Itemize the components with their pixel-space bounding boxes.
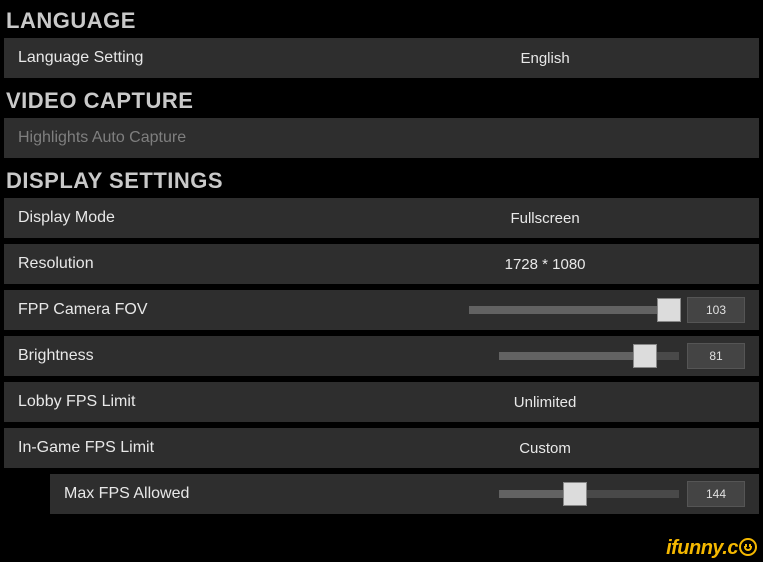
- language-setting-label: Language Setting: [18, 49, 345, 67]
- video-capture-header: VIDEO CAPTURE: [4, 84, 759, 118]
- language-setting-value: English: [345, 50, 745, 67]
- resolution-row[interactable]: Resolution 1728 * 1080: [4, 244, 759, 284]
- ingame-fps-value: Custom: [345, 440, 745, 457]
- brightness-slider-thumb[interactable]: [633, 344, 657, 368]
- fov-row: FPP Camera FOV 103: [4, 290, 759, 330]
- display-mode-row[interactable]: Display Mode Fullscreen: [4, 198, 759, 238]
- brightness-value-box[interactable]: 81: [687, 343, 745, 369]
- lobby-fps-row[interactable]: Lobby FPS Limit Unlimited: [4, 382, 759, 422]
- fov-value-box[interactable]: 103: [687, 297, 745, 323]
- brightness-row: Brightness 81: [4, 336, 759, 376]
- max-fps-row: Max FPS Allowed 144: [50, 474, 759, 514]
- brightness-slider-fill: [499, 352, 645, 360]
- language-header: LANGUAGE: [4, 4, 759, 38]
- watermark: ifunny.c: [666, 537, 757, 560]
- language-setting-row[interactable]: Language Setting English: [4, 38, 759, 78]
- ingame-fps-label: In-Game FPS Limit: [18, 439, 345, 457]
- max-fps-value-box[interactable]: 144: [687, 481, 745, 507]
- highlights-label: Highlights Auto Capture: [18, 129, 345, 147]
- fov-slider-thumb[interactable]: [657, 298, 681, 322]
- brightness-slider[interactable]: [499, 352, 679, 360]
- max-fps-slider[interactable]: [499, 490, 679, 498]
- resolution-value: 1728 * 1080: [345, 256, 745, 273]
- resolution-label: Resolution: [18, 255, 345, 273]
- display-settings-header: DISPLAY SETTINGS: [4, 164, 759, 198]
- max-fps-slider-thumb[interactable]: [563, 482, 587, 506]
- lobby-fps-value: Unlimited: [345, 394, 745, 411]
- ingame-fps-row[interactable]: In-Game FPS Limit Custom: [4, 428, 759, 468]
- fov-label: FPP Camera FOV: [18, 301, 345, 319]
- highlights-row[interactable]: Highlights Auto Capture: [4, 118, 759, 158]
- smile-icon: [739, 538, 757, 556]
- lobby-fps-label: Lobby FPS Limit: [18, 393, 345, 411]
- display-mode-value: Fullscreen: [345, 210, 745, 227]
- brightness-label: Brightness: [18, 347, 345, 365]
- fov-slider-fill: [469, 306, 679, 314]
- display-mode-label: Display Mode: [18, 209, 345, 227]
- max-fps-label: Max FPS Allowed: [64, 485, 370, 503]
- fov-slider[interactable]: [469, 306, 679, 314]
